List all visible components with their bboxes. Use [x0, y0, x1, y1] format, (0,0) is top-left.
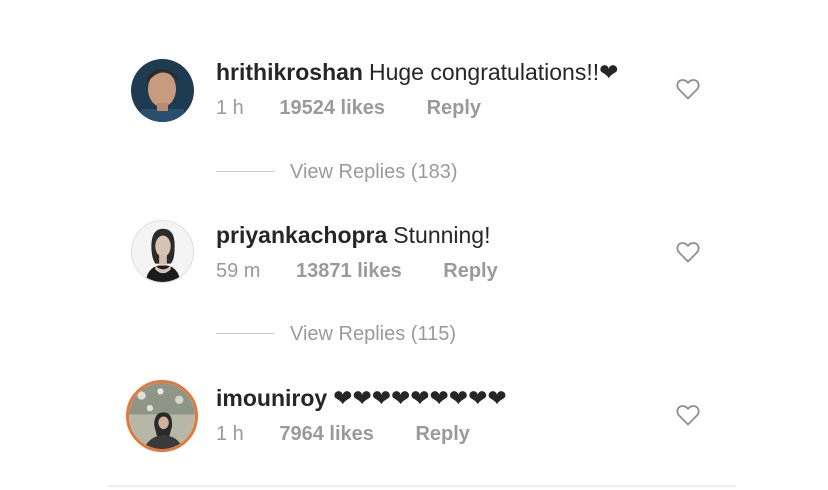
- comment-meta: 1 h 19524 likes Reply: [216, 95, 481, 121]
- heart-emoji: ❤: [599, 59, 619, 85]
- comment-text: Stunning!: [393, 222, 491, 248]
- comment-body: imouniroy ❤❤❤❤❤❤❤❤❤: [216, 383, 507, 413]
- comment-item: hrithikroshan Huge congratulations!!❤ 1 h…: [0, 57, 828, 157]
- heart-outline-icon[interactable]: [676, 404, 702, 428]
- comment-item: imouniroy ❤❤❤❤❤❤❤❤❤ 1 h 7964 likes Reply: [0, 380, 828, 483]
- divider: [108, 485, 736, 487]
- comment-username[interactable]: hrithikroshan: [216, 59, 363, 85]
- reply-button[interactable]: Reply: [427, 95, 481, 121]
- comment-body: priyankachopra Stunning!: [216, 220, 491, 250]
- heart-emoji: ❤❤❤❤❤❤❤❤❤: [333, 385, 507, 411]
- avatar[interactable]: [131, 59, 194, 122]
- comment-meta: 59 m 13871 likes Reply: [216, 258, 498, 284]
- comment-text: Huge congratulations!!: [368, 59, 600, 85]
- comment-meta: 1 h 7964 likes Reply: [216, 421, 470, 447]
- view-replies[interactable]: View Replies (115): [216, 320, 456, 346]
- view-replies-label[interactable]: View Replies (115): [290, 321, 456, 347]
- divider-line: [216, 171, 274, 173]
- comment-body: hrithikroshan Huge congratulations!!❤: [216, 57, 618, 87]
- comment-time: 1 h: [216, 423, 244, 445]
- avatar-story-ring[interactable]: [126, 380, 198, 452]
- avatar-image: [129, 383, 195, 449]
- heart-outline-icon[interactable]: [676, 241, 702, 265]
- comment-username[interactable]: imouniroy: [216, 385, 327, 411]
- reply-button[interactable]: Reply: [443, 258, 497, 284]
- avatar[interactable]: [131, 220, 194, 283]
- divider-line: [216, 333, 274, 335]
- comment-time: 59 m: [216, 260, 261, 282]
- avatar-image: [132, 221, 193, 282]
- comment-username[interactable]: priyankachopra: [216, 222, 387, 248]
- avatar-image: [131, 59, 194, 122]
- comment-item: priyankachopra Stunning! 59 m 13871 likes…: [0, 220, 828, 320]
- heart-outline-icon[interactable]: [676, 78, 702, 102]
- comment-likes[interactable]: 13871 likes: [296, 258, 402, 284]
- view-replies-label[interactable]: View Replies (183): [290, 159, 458, 185]
- comment-likes[interactable]: 19524 likes: [279, 95, 385, 121]
- view-replies[interactable]: View Replies (183): [216, 158, 458, 184]
- comment-likes[interactable]: 7964 likes: [279, 421, 374, 447]
- comment-time: 1 h: [216, 97, 244, 119]
- reply-button[interactable]: Reply: [415, 421, 469, 447]
